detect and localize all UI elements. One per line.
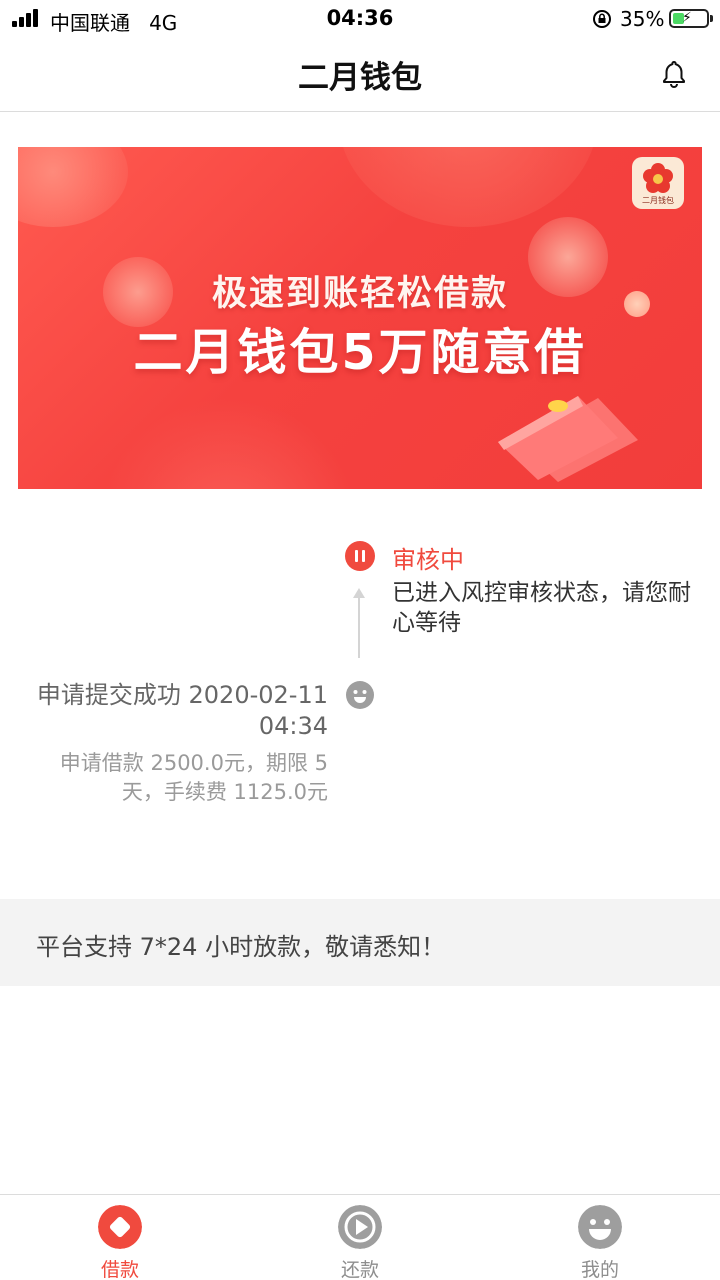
tab-repay[interactable]: 还款 <box>240 1195 480 1280</box>
smiley-icon <box>578 1205 622 1249</box>
smiley-icon <box>346 681 374 709</box>
tab-label: 借款 <box>100 1259 139 1280</box>
review-status-title: 审核中 <box>392 546 464 574</box>
logo-text: 二月钱包 <box>642 196 674 205</box>
diamond-icon <box>98 1205 142 1249</box>
status-bar: 中国联通 4G 04:36 35% ⚡ <box>0 0 720 38</box>
submission-title: 申请提交成功 2020-02-11 04:34 <box>36 681 328 740</box>
bell-icon[interactable] <box>658 58 690 90</box>
flower-icon <box>643 163 673 193</box>
review-status-description: 已进入风控审核状态，请您耐心等待 <box>392 580 691 636</box>
promo-banner[interactable]: 二月钱包 极速到账轻松借款 二月钱包5万随意借 <box>18 147 702 489</box>
battery-tip <box>710 15 713 22</box>
banner-decoration <box>98 397 358 489</box>
notice-bar: 平台支持 7*24 小时放款，敬请悉知！ <box>0 899 720 986</box>
app-logo: 二月钱包 <box>632 157 684 209</box>
timeline-line <box>358 596 360 658</box>
tab-borrow[interactable]: 借款 <box>0 1195 240 1280</box>
submission-description: 申请借款 2500.0元，期限 5天，手续费 1125.0元 <box>59 751 328 804</box>
banner-subheadline: 二月钱包5万随意借 <box>133 324 587 381</box>
tab-bar: 借款 还款 我的 <box>0 1194 720 1280</box>
tab-mine[interactable]: 我的 <box>480 1195 720 1280</box>
status-time: 04:36 <box>326 6 394 30</box>
battery-percent: 35% <box>620 7 665 31</box>
tab-label: 还款 <box>340 1259 379 1280</box>
banner-decoration <box>18 147 128 227</box>
banner-decoration <box>338 147 598 227</box>
red-envelope-icon <box>498 396 638 482</box>
play-icon <box>338 1205 382 1249</box>
notice-text: 平台支持 7*24 小时放款，敬请悉知！ <box>36 933 446 961</box>
rotation-lock-icon <box>593 10 611 28</box>
battery-icon: ⚡ <box>669 9 709 28</box>
pause-icon <box>345 541 375 571</box>
navigation-bar: 二月钱包 <box>0 38 720 112</box>
tab-label: 我的 <box>580 1259 619 1280</box>
page-title: 二月钱包 <box>298 60 422 96</box>
banner-headline: 极速到账轻松借款 <box>211 274 508 314</box>
